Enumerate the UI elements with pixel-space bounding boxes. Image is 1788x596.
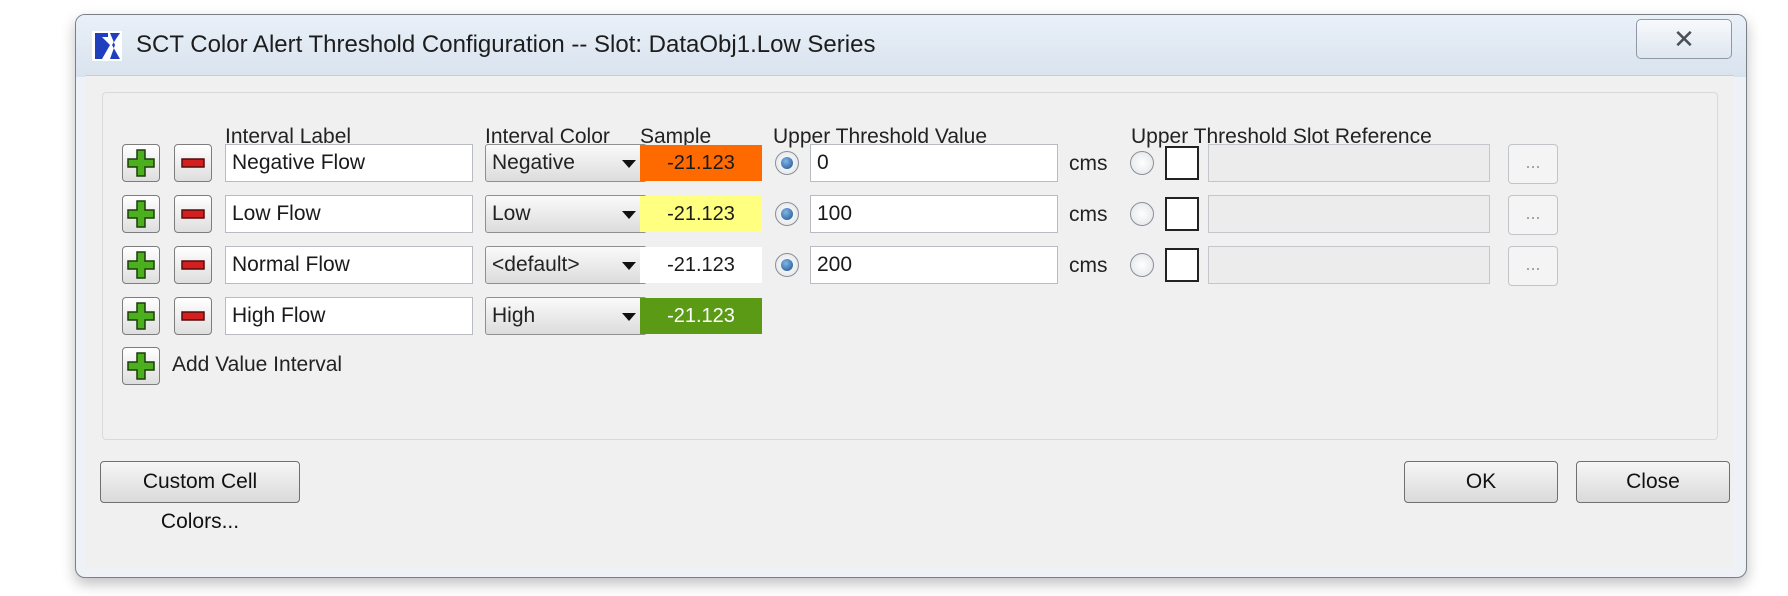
plus-icon	[127, 200, 155, 228]
rw-app-icon	[92, 31, 122, 61]
window-close-button[interactable]: ✕	[1636, 19, 1732, 59]
chevron-down-icon	[622, 262, 636, 270]
slot-reference-radio[interactable]	[1130, 151, 1154, 175]
radio-selected-dot	[781, 157, 793, 169]
plus-icon	[127, 149, 155, 177]
interval-row: High Flow High -21.123	[103, 295, 1717, 339]
interval-color-select[interactable]: Low	[485, 195, 647, 233]
interval-label-input[interactable]: Low Flow	[225, 195, 473, 233]
interval-color-value: Negative	[492, 151, 575, 174]
plus-icon	[127, 251, 155, 279]
threshold-value-radio[interactable]	[775, 202, 799, 226]
threshold-group: Interval Label Interval Color Sample Upp…	[102, 92, 1718, 440]
dialog-body: Interval Label Interval Color Sample Upp…	[86, 75, 1734, 568]
threshold-value-input[interactable]: 100	[810, 195, 1058, 233]
radio-selected-dot	[781, 208, 793, 220]
minus-icon	[181, 260, 205, 270]
window-title: SCT Color Alert Threshold Configuration …	[136, 31, 876, 58]
plus-icon	[127, 352, 155, 380]
chevron-down-icon	[622, 313, 636, 321]
interval-row: Negative Flow Negative -21.123 0 cms ...	[103, 142, 1717, 186]
threshold-value-input[interactable]: 200	[810, 246, 1058, 284]
slot-reference-checkbox[interactable]	[1165, 248, 1199, 282]
title-bar[interactable]: SCT Color Alert Threshold Configuration …	[76, 15, 1746, 77]
custom-cell-colors-button[interactable]: Custom Cell Colors...	[100, 461, 300, 533]
slot-reference-field[interactable]	[1208, 144, 1490, 182]
browse-slot-button[interactable]: ...	[1508, 246, 1558, 286]
threshold-value-radio[interactable]	[775, 151, 799, 175]
unit-label: cms	[1069, 152, 1108, 175]
remove-interval-button[interactable]	[174, 144, 212, 182]
unit-label: cms	[1069, 203, 1108, 226]
interval-label-input[interactable]: Negative Flow	[225, 144, 473, 182]
remove-interval-button[interactable]	[174, 297, 212, 335]
interval-color-value: Low	[492, 202, 531, 225]
add-interval-button[interactable]	[122, 297, 160, 335]
threshold-value-radio[interactable]	[775, 253, 799, 277]
sample-cell: -21.123	[640, 145, 762, 181]
sample-cell: -21.123	[640, 247, 762, 283]
slot-reference-checkbox[interactable]	[1165, 197, 1199, 231]
minus-icon	[181, 209, 205, 219]
minus-icon	[181, 311, 205, 321]
browse-slot-button[interactable]: ...	[1508, 195, 1558, 235]
unit-label: cms	[1069, 254, 1108, 277]
interval-row: Low Flow Low -21.123 100 cms ...	[103, 193, 1717, 237]
slot-reference-checkbox[interactable]	[1165, 146, 1199, 180]
interval-color-select[interactable]: Negative	[485, 144, 647, 182]
sample-cell: -21.123	[640, 196, 762, 232]
add-interval-button[interactable]	[122, 246, 160, 284]
slot-reference-radio[interactable]	[1130, 202, 1154, 226]
add-interval-button[interactable]	[122, 144, 160, 182]
interval-color-select[interactable]: <default>	[485, 246, 647, 284]
remove-interval-button[interactable]	[174, 246, 212, 284]
threshold-value-input[interactable]: 0	[810, 144, 1058, 182]
browse-slot-button[interactable]: ...	[1508, 144, 1558, 184]
interval-color-value: High	[492, 304, 536, 327]
interval-color-select[interactable]: High	[485, 297, 647, 335]
sample-cell: -21.123	[640, 298, 762, 334]
close-button[interactable]: Close	[1576, 461, 1730, 503]
slot-reference-field[interactable]	[1208, 246, 1490, 284]
interval-label-input[interactable]: Normal Flow	[225, 246, 473, 284]
dialog-window: SCT Color Alert Threshold Configuration …	[75, 14, 1747, 578]
interval-color-value: <default>	[492, 253, 580, 276]
remove-interval-button[interactable]	[174, 195, 212, 233]
radio-selected-dot	[781, 259, 793, 271]
plus-icon	[127, 302, 155, 330]
add-value-interval-label: Add Value Interval	[172, 353, 343, 376]
add-value-interval-button[interactable]	[122, 347, 160, 385]
chevron-down-icon	[622, 211, 636, 219]
interval-row: Normal Flow <default> -21.123 200 cms ..…	[103, 244, 1717, 288]
slot-reference-radio[interactable]	[1130, 253, 1154, 277]
slot-reference-field[interactable]	[1208, 195, 1490, 233]
minus-icon	[181, 158, 205, 168]
chevron-down-icon	[622, 160, 636, 168]
interval-label-input[interactable]: High Flow	[225, 297, 473, 335]
ok-button[interactable]: OK	[1404, 461, 1558, 503]
add-interval-button[interactable]	[122, 195, 160, 233]
close-icon: ✕	[1673, 24, 1695, 54]
